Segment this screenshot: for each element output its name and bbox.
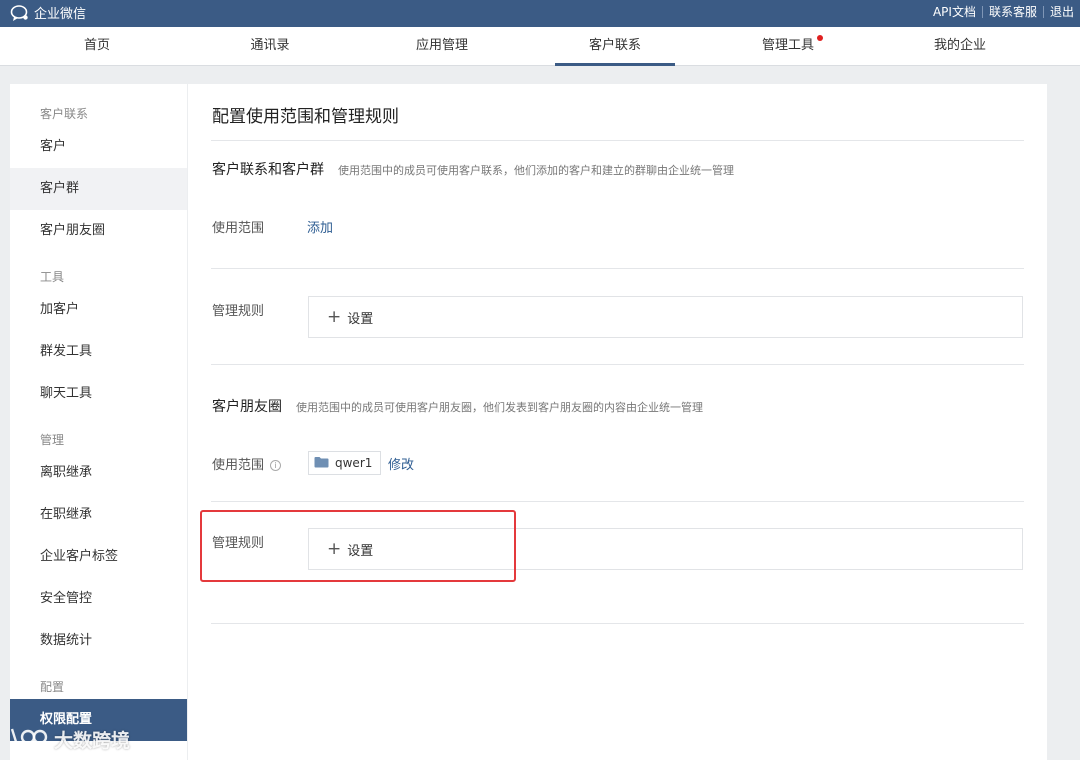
sidebar-group-config: 配置 bbox=[40, 680, 65, 694]
sidebar-item-broadcast[interactable]: 群发工具 bbox=[10, 331, 187, 373]
rules-label: 管理规则 bbox=[212, 304, 265, 319]
main-panel: 配置使用范围和管理规则 客户联系和客户群 使用范围中的成员可使用客户联系，他们添加… bbox=[188, 84, 1047, 760]
scope-member-chip: qwer1 bbox=[308, 451, 382, 475]
logout-link[interactable]: 退出 bbox=[1044, 4, 1080, 20]
section-description: 使用范围中的成员可使用客户朋友圈，他们发表到客户朋友圈的内容由企业统一管理 bbox=[296, 401, 703, 414]
divider bbox=[211, 268, 1024, 269]
section-description: 使用范围中的成员可使用客户联系，他们添加的客户和建立的群聊由企业统一管理 bbox=[338, 164, 734, 177]
sidebar-item-resign-transfer[interactable]: 离职继承 bbox=[10, 452, 187, 494]
tab-contacts[interactable]: 通讯录 bbox=[210, 27, 330, 66]
tab-home[interactable]: 首页 bbox=[37, 27, 157, 66]
divider bbox=[211, 364, 1024, 365]
scope-label: 使用范围 i bbox=[212, 454, 282, 473]
set-rules-button[interactable]: + 设置 bbox=[308, 296, 1023, 338]
sidebar-item-tags[interactable]: 企业客户标签 bbox=[10, 536, 187, 578]
tab-management-tools[interactable]: 管理工具 bbox=[728, 27, 848, 66]
tab-customer-contact[interactable]: 客户联系 bbox=[555, 27, 675, 66]
sidebar-group-tools: 工具 bbox=[40, 270, 65, 284]
page-title: 配置使用范围和管理规则 bbox=[212, 107, 399, 127]
chip-label: qwer1 bbox=[335, 456, 373, 470]
watermark-text: 大数跨境 bbox=[54, 730, 131, 752]
edit-scope-link[interactable]: 修改 bbox=[388, 454, 414, 473]
sidebar-item-stats[interactable]: 数据统计 bbox=[10, 620, 187, 662]
divider bbox=[211, 623, 1024, 624]
set-rules-button[interactable]: + 设置 bbox=[308, 528, 1023, 570]
notification-dot bbox=[817, 35, 823, 41]
contact-support-link[interactable]: 联系客服 bbox=[983, 4, 1043, 20]
scope-label-text: 使用范围 bbox=[212, 458, 265, 473]
brand[interactable]: 企业微信 bbox=[10, 3, 86, 22]
section-title-customer-contact: 客户联系和客户群 使用范围中的成员可使用客户联系，他们添加的客户和建立的群聊由企业… bbox=[212, 159, 734, 179]
watermark-logo-icon bbox=[8, 726, 48, 753]
sidebar-item-chat-tools[interactable]: 聊天工具 bbox=[10, 373, 187, 415]
sidebar-item-active-transfer[interactable]: 在职继承 bbox=[10, 494, 187, 536]
add-scope-link[interactable]: 添加 bbox=[307, 217, 333, 236]
tab-my-company[interactable]: 我的企业 bbox=[900, 27, 1020, 66]
scope-label: 使用范围 bbox=[212, 221, 265, 236]
section-title-moments: 客户朋友圈 使用范围中的成员可使用客户朋友圈，他们发表到客户朋友圈的内容由企业统一… bbox=[212, 396, 703, 416]
plus-icon: + bbox=[327, 306, 342, 327]
api-docs-link[interactable]: API文档 bbox=[927, 4, 982, 20]
sidebar-item-customer-group[interactable]: 客户群 bbox=[10, 168, 187, 210]
sidebar: 客户联系 客户 客户群 客户朋友圈 工具 加客户 群发工具 聊天工具 管理 离职… bbox=[10, 84, 187, 760]
wecom-chat-bubble-icon bbox=[10, 4, 30, 22]
top-links: API文档 联系客服 退出 bbox=[927, 4, 1080, 20]
rules-label: 管理规则 bbox=[212, 536, 265, 551]
tab-app-management[interactable]: 应用管理 bbox=[382, 27, 502, 66]
watermark: 大数跨境 bbox=[8, 726, 130, 753]
divider bbox=[211, 501, 1024, 502]
plus-icon: + bbox=[327, 538, 342, 559]
info-icon[interactable]: i bbox=[270, 460, 282, 471]
set-rules-label: 设置 bbox=[347, 543, 374, 559]
sidebar-group-contact: 客户联系 bbox=[40, 107, 89, 121]
folder-icon bbox=[314, 456, 329, 471]
brand-name: 企业微信 bbox=[34, 7, 87, 22]
sidebar-group-manage: 管理 bbox=[40, 433, 65, 447]
sidebar-item-add-customer[interactable]: 加客户 bbox=[10, 289, 187, 331]
section-heading: 客户联系和客户群 bbox=[212, 162, 324, 178]
sidebar-item-security[interactable]: 安全管控 bbox=[10, 578, 187, 620]
sidebar-item-moments[interactable]: 客户朋友圈 bbox=[10, 210, 187, 252]
section-heading: 客户朋友圈 bbox=[212, 399, 282, 415]
divider bbox=[211, 140, 1024, 141]
set-rules-label: 设置 bbox=[347, 311, 374, 327]
sidebar-item-customer[interactable]: 客户 bbox=[10, 126, 187, 168]
top-bar: 企业微信 API文档 联系客服 退出 bbox=[0, 0, 1080, 27]
main-nav: 首页 通讯录 应用管理 客户联系 管理工具 我的企业 bbox=[0, 27, 1080, 66]
